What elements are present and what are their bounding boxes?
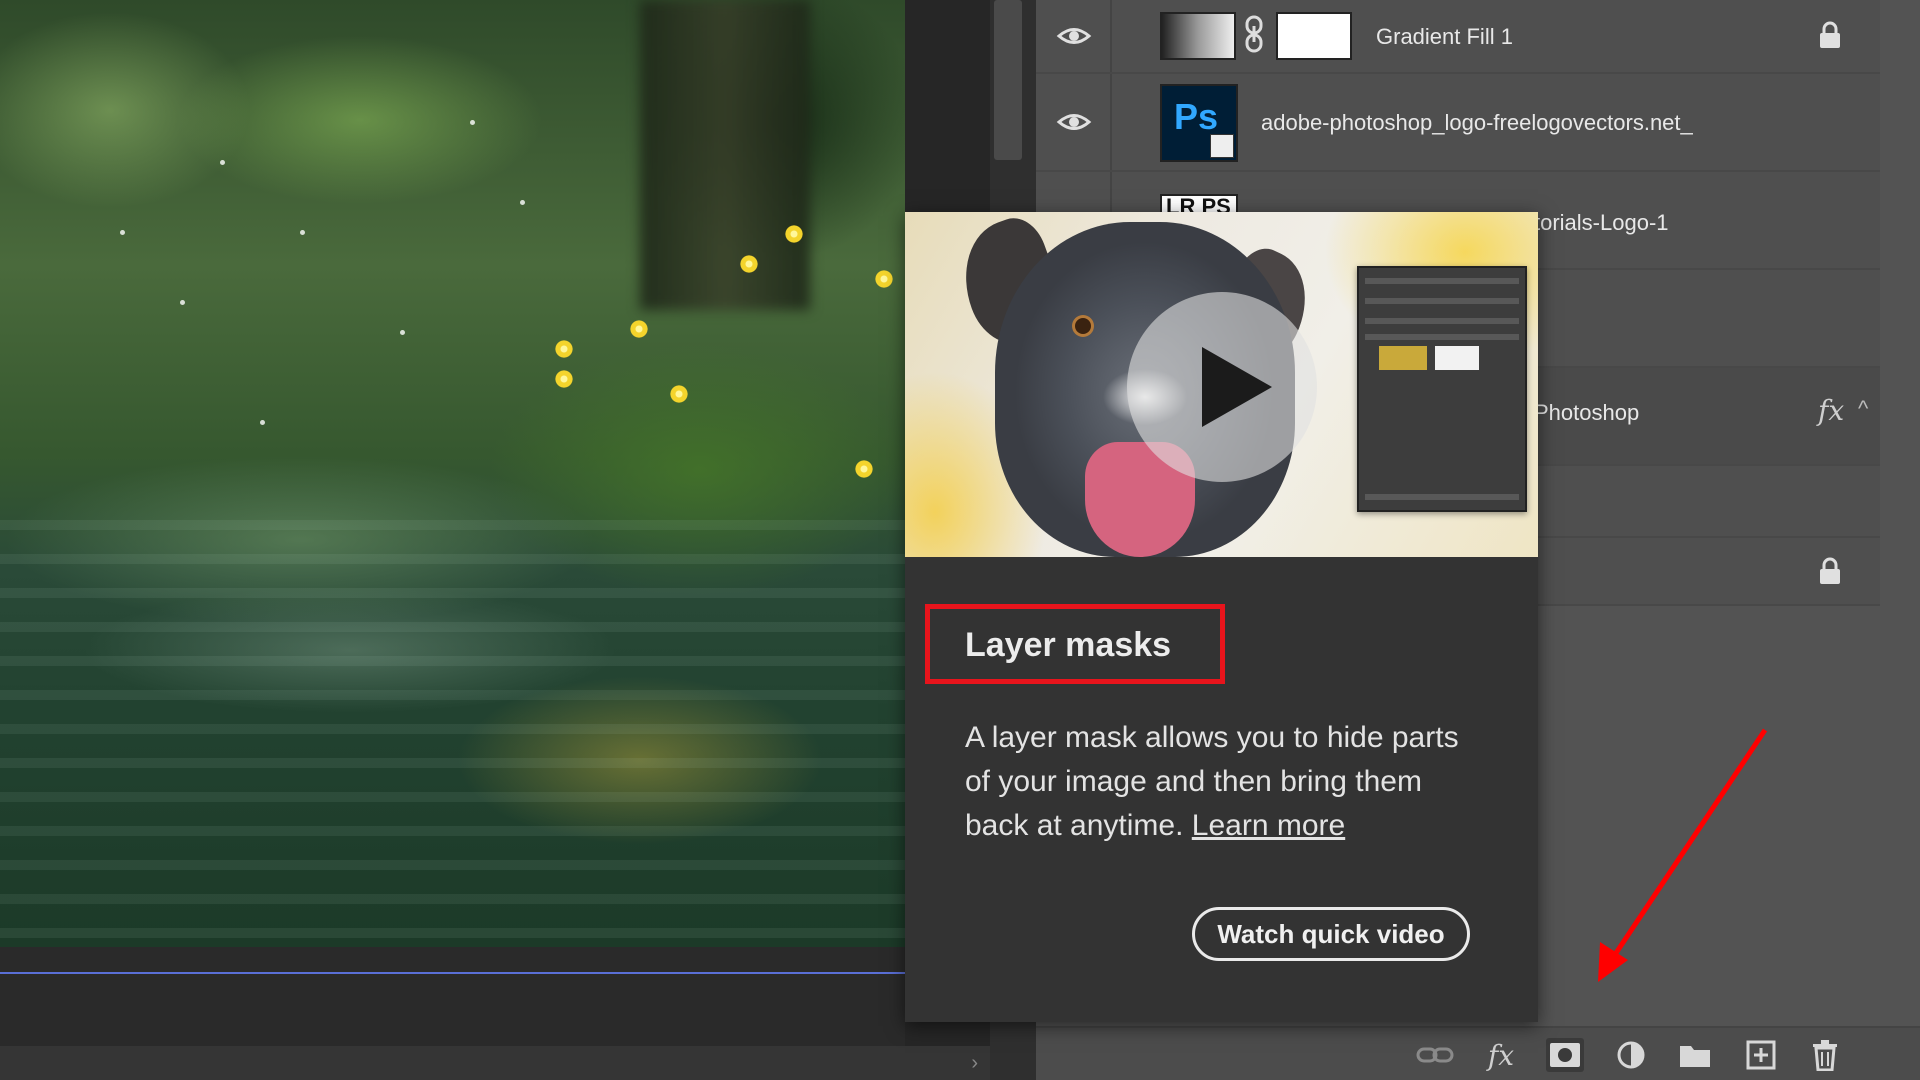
visibility-column xyxy=(1036,0,1112,72)
canvas-edge-line xyxy=(0,972,905,974)
annotation-arrow xyxy=(1598,728,1768,982)
layer-name[interactable]: Photoshop xyxy=(1534,400,1639,426)
video-thumbnail[interactable] xyxy=(905,212,1538,557)
eye-icon[interactable] xyxy=(1056,104,1092,140)
layer-row-photoshop-logo[interactable]: Ps adobe-photoshop_logo-freelogovectors.… xyxy=(1036,74,1880,172)
mini-row xyxy=(1365,318,1519,324)
sparkle xyxy=(180,300,185,305)
fx-icon[interactable]: fx xyxy=(1482,1038,1520,1072)
layer-name[interactable]: Gradient Fill 1 xyxy=(1376,24,1513,50)
visibility-column xyxy=(1036,74,1112,170)
lock-icon xyxy=(1820,557,1840,584)
flower xyxy=(740,255,758,273)
trash-icon[interactable] xyxy=(1806,1038,1844,1072)
flower xyxy=(555,370,573,388)
mask-thumbnail[interactable] xyxy=(1276,12,1352,60)
layer-name[interactable]: torials-Logo-1 xyxy=(1534,210,1669,236)
adjustment-layer-icon[interactable] xyxy=(1612,1038,1650,1072)
chevron-right-icon[interactable]: › xyxy=(971,1052,978,1075)
sparkle xyxy=(300,230,305,235)
layer-name[interactable]: adobe-photoshop_logo-freelogovectors.net… xyxy=(1261,110,1693,136)
flower xyxy=(785,225,803,243)
flower xyxy=(855,460,873,478)
sparkle xyxy=(260,420,265,425)
mini-row xyxy=(1365,334,1519,340)
link-layers-icon[interactable] xyxy=(1416,1038,1454,1072)
learn-more-link[interactable]: Learn more xyxy=(1192,809,1345,842)
gradient-thumbnail[interactable] xyxy=(1160,12,1236,60)
flower xyxy=(555,340,573,358)
water-reflection xyxy=(0,520,905,947)
mini-footer xyxy=(1365,494,1519,500)
fx-icon[interactable]: fx xyxy=(1818,394,1844,427)
layer-masks-tooltip: Layer masks A layer mask allows you to h… xyxy=(905,212,1538,1022)
folder-icon[interactable] xyxy=(1676,1038,1714,1072)
sparkle xyxy=(220,160,225,165)
dog-eye xyxy=(1075,318,1091,334)
play-icon xyxy=(1202,347,1272,427)
eye-icon[interactable] xyxy=(1056,18,1092,54)
play-button[interactable] xyxy=(1127,292,1317,482)
popup-description: A layer mask allows you to hide parts of… xyxy=(965,716,1485,848)
mini-mask-thumb xyxy=(1435,346,1479,370)
new-layer-icon[interactable] xyxy=(1742,1038,1780,1072)
tree-trunk xyxy=(640,0,810,310)
add-mask-icon[interactable] xyxy=(1546,1038,1584,1072)
flower xyxy=(670,385,688,403)
scrollbar-thumb[interactable] xyxy=(994,0,1022,160)
flower xyxy=(630,320,648,338)
flower xyxy=(875,270,893,288)
mini-row xyxy=(1365,278,1519,284)
sparkle xyxy=(470,120,475,125)
horizontal-scrollbar[interactable]: › xyxy=(0,1046,990,1080)
sparkle xyxy=(120,230,125,235)
smart-object-thumbnail[interactable]: Ps xyxy=(1160,84,1238,162)
canvas-image[interactable] xyxy=(0,0,905,947)
link-icon[interactable] xyxy=(1242,14,1266,54)
mini-layer-thumb xyxy=(1379,346,1427,370)
ps-logo-text: Ps xyxy=(1174,96,1219,137)
chevron-up-icon[interactable]: ^ xyxy=(1858,396,1868,422)
sparkle xyxy=(400,330,405,335)
layers-panel-footer: fx xyxy=(1036,1026,1920,1080)
popup-title: Layer masks xyxy=(965,626,1172,664)
watch-quick-video-button[interactable]: Watch quick video xyxy=(1192,907,1470,961)
mini-row xyxy=(1365,298,1519,304)
mini-layers-panel-preview xyxy=(1357,266,1527,512)
lock-icon xyxy=(1820,21,1840,48)
sparkle xyxy=(520,200,525,205)
layer-row-gradient-fill[interactable]: Gradient Fill 1 xyxy=(1036,0,1880,74)
smart-object-badge-icon xyxy=(1210,134,1234,158)
